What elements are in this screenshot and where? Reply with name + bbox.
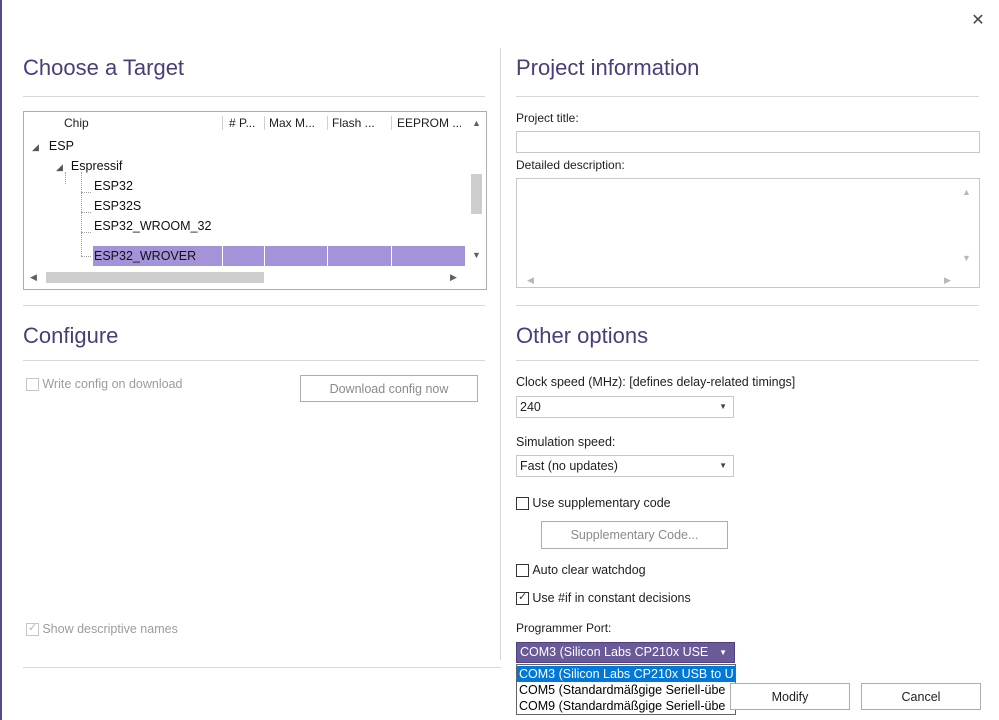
collapse-icon[interactable]: ◢	[32, 142, 39, 152]
tree-horizontal-scrollbar[interactable]: ◀ ▶	[24, 268, 467, 287]
supplementary-code-checkbox[interactable]: Use supplementary code	[516, 496, 671, 511]
tree-line	[81, 172, 82, 256]
column-header-eeprom[interactable]: EEPROM ...	[397, 112, 461, 134]
checkbox[interactable]	[26, 378, 39, 392]
programmer-port-select[interactable]: COM3 (Silicon Labs CP210x USE ▼	[516, 642, 735, 663]
checkbox[interactable]	[516, 564, 529, 578]
download-config-button[interactable]: Download config now	[300, 375, 478, 402]
chevron-down-icon: ▼	[719, 461, 727, 470]
simulation-speed-select[interactable]: Fast (no updates) ▼	[516, 455, 734, 477]
scroll-thumb[interactable]	[471, 174, 482, 214]
tree-line	[81, 192, 91, 193]
modify-button[interactable]: Modify	[730, 683, 850, 710]
scroll-right-icon[interactable]: ▶	[450, 272, 457, 283]
target-tree[interactable]: Chip # P... Max M... Flash ... EEPROM ..…	[23, 111, 487, 290]
tree-item-esp32-wroom-32[interactable]: ESP32_WROOM_32	[94, 216, 211, 236]
clock-speed-select[interactable]: 240 ▼	[516, 396, 734, 418]
constant-decisions-label: Use #if in constant decisions	[532, 591, 691, 605]
choose-target-title: Choose a Target	[23, 55, 185, 80]
show-descriptive-names-label: Show descriptive names	[42, 622, 178, 636]
project-title-label: Project title:	[516, 111, 579, 125]
configure-divider	[23, 360, 485, 361]
column-header-chip[interactable]: Chip	[64, 112, 234, 134]
scroll-up-icon[interactable]: ▲	[962, 187, 971, 197]
tree-line	[81, 232, 91, 233]
scroll-thumb[interactable]	[46, 272, 264, 283]
description-label: Detailed description:	[516, 158, 625, 172]
configure-title: Configure	[23, 323, 119, 348]
description-textarea[interactable]: ▲ ▼ ◀ ▶	[516, 178, 980, 288]
supplementary-code-button[interactable]: Supplementary Code...	[541, 521, 728, 549]
auto-clear-watchdog-label: Auto clear watchdog	[532, 563, 646, 577]
other-options-title: Other options	[516, 323, 649, 348]
checkmark-icon: ✓	[28, 622, 38, 635]
simulation-speed-label: Simulation speed:	[516, 435, 616, 449]
scroll-left-icon[interactable]: ◀	[30, 272, 37, 283]
checkbox[interactable]: ✓	[26, 622, 39, 637]
auto-clear-watchdog-checkbox[interactable]: Auto clear watchdog	[516, 563, 646, 578]
project-information-title: Project information	[516, 55, 700, 80]
section-divider	[23, 305, 485, 306]
footer-divider	[23, 667, 501, 668]
project-title-input[interactable]	[516, 131, 980, 153]
target-divider	[23, 96, 485, 97]
clock-speed-label: Clock speed (MHz): [defines delay-relate…	[516, 375, 796, 389]
tree-header: Chip # P... Max M... Flash ... EEPROM ..…	[24, 112, 464, 134]
cancel-button[interactable]: Cancel	[861, 683, 981, 710]
window-left-border	[0, 0, 2, 720]
write-config-label: Write config on download	[42, 377, 183, 391]
tree-item-esp32-wrover[interactable]: ESP32_WROVER	[94, 246, 196, 266]
scroll-right-icon[interactable]: ▶	[944, 275, 951, 286]
checkbox[interactable]	[516, 497, 529, 511]
scroll-down-icon[interactable]: ▼	[472, 250, 481, 260]
tree-item-esp32s[interactable]: ESP32S	[94, 196, 141, 216]
tree-line	[81, 256, 91, 257]
tree-line	[81, 212, 91, 213]
supplementary-code-label: Use supplementary code	[532, 496, 671, 510]
chevron-down-icon: ▼	[719, 648, 727, 657]
scroll-down-icon[interactable]: ▼	[962, 253, 971, 263]
tree-item-esp[interactable]: ◢ ESP	[32, 136, 74, 156]
constant-decisions-checkbox[interactable]: ✓ Use #if in constant decisions	[516, 591, 691, 606]
programmer-port-label: Programmer Port:	[516, 621, 612, 635]
tree-vertical-scrollbar[interactable]: ▲ ▼	[467, 112, 485, 267]
scroll-left-icon[interactable]: ◀	[527, 275, 534, 286]
column-divider	[500, 48, 501, 660]
collapse-icon[interactable]: ◢	[56, 162, 63, 172]
port-option[interactable]: COM3 (Silicon Labs CP210x USB to U	[517, 666, 735, 682]
port-option[interactable]: COM5 (Standardmäßgige Seriell-übe	[517, 682, 735, 698]
port-option[interactable]: COM9 (Standardmäßgige Seriell-übe	[517, 698, 735, 714]
column-header-pins[interactable]: # P...	[229, 112, 265, 134]
checkbox[interactable]: ✓	[516, 591, 529, 606]
options-divider	[516, 360, 979, 361]
checkmark-icon: ✓	[518, 591, 528, 604]
close-icon[interactable]: ✕	[969, 12, 987, 30]
column-header-flash[interactable]: Flash ...	[332, 112, 394, 134]
chevron-down-icon: ▼	[719, 402, 727, 411]
write-config-checkbox[interactable]: Write config on download	[26, 377, 183, 392]
programmer-port-dropdown: COM3 (Silicon Labs CP210x USB to U COM5 …	[516, 664, 736, 715]
tree-item-esp32[interactable]: ESP32	[94, 176, 133, 196]
tree-item-espressif[interactable]: ◢ Espressif	[56, 156, 122, 176]
section-divider	[516, 305, 979, 306]
column-header-max-mhz[interactable]: Max M...	[269, 112, 327, 134]
show-descriptive-names-checkbox[interactable]: ✓ Show descriptive names	[26, 622, 178, 637]
scroll-up-icon[interactable]: ▲	[472, 118, 481, 128]
project-divider	[516, 96, 979, 97]
